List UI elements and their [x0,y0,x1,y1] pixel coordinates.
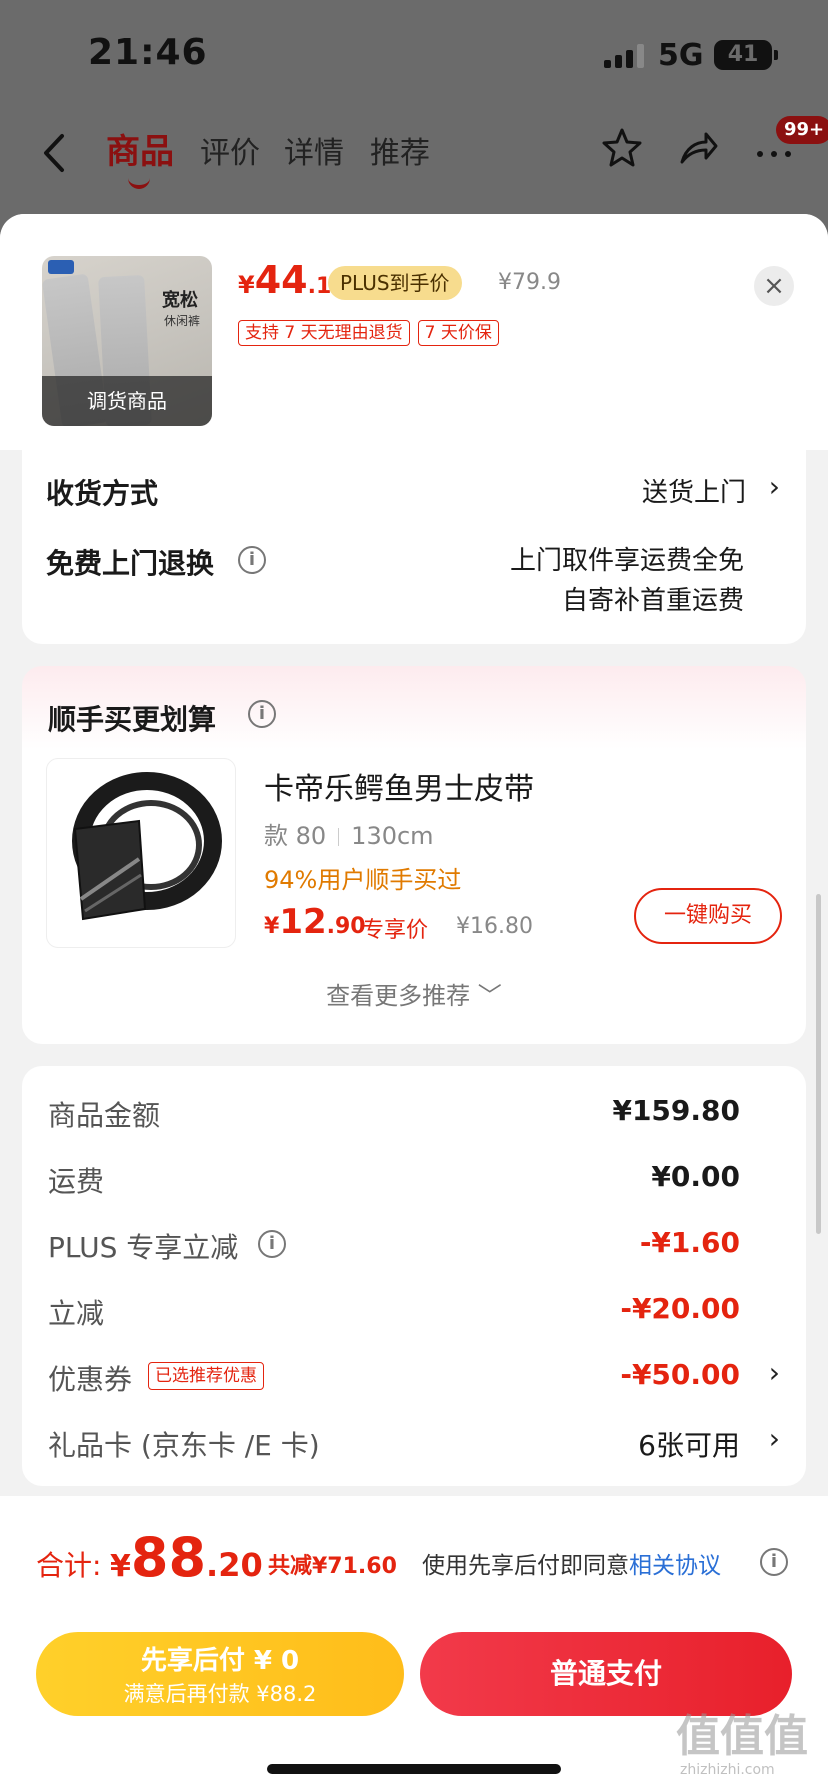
coupon-label: 优惠券 [48,1363,133,1396]
belt-price-tag: 专享价 [362,918,429,943]
original-price: ¥79.9 [498,270,561,295]
recommend-title: 顺手买更划算 [48,703,217,736]
thumb-caption: 调货商品 [42,376,212,426]
subtotal-label: 商品金额 [48,1099,161,1132]
battery-icon: 41 [714,40,778,70]
recommend-card: 顺手买更划算 i 卡帝乐鳄鱼男士皮带 款 80 130cm 94%用户顺手买过 ¥… [22,666,806,1044]
tab-recommend[interactable]: 推荐 [370,128,430,172]
star-icon[interactable] [600,126,644,170]
brand-logo [48,260,74,274]
belt-original-price: ¥16.80 [456,914,533,939]
total-price: ¥88.20 [110,1526,263,1589]
signal-icon [604,44,646,68]
pay-later-button[interactable]: 先享后付 ¥ 0 满意后再付款 ¥88.2 [36,1632,404,1716]
info-icon[interactable]: i [258,1230,286,1258]
back-icon[interactable] [38,128,72,178]
plus-discount-label: PLUS 专享立减 [48,1231,239,1264]
status-time: 21:46 [88,32,208,73]
close-button[interactable]: × [754,266,794,306]
delivery-method-value[interactable]: 送货上门 [642,472,746,509]
plus-price-badge: PLUS到手价 [328,266,462,300]
home-indicator[interactable] [267,1764,561,1774]
belt-image[interactable] [46,758,236,948]
belt-price: ¥12.90 [264,902,366,942]
info-icon[interactable]: i [248,700,276,728]
belt-name[interactable]: 卡帝乐鳄鱼男士皮带 [264,764,534,808]
product-nav: 商品 评价 详情 推荐 [0,110,828,210]
agreement-link[interactable]: 相关协议 [629,1553,721,1579]
message-badge: 99+ [776,116,828,144]
delivery-method-label: 收货方式 [46,477,159,510]
subtotal-value: ¥159.80 [612,1094,740,1127]
belt-stat: 94%用户顺手买过 [264,866,462,894]
watermark: 值值值 [676,1711,808,1762]
product-header: 宽松 休闲裤 调货商品 ¥44.1 PLUS到手价 ¥79.9 支持 7 天无理… [0,214,828,450]
total-savings: 共减¥71.60 [268,1554,397,1579]
free-return-line1: 上门取件享运费全免 [509,546,744,576]
coupon-selected-tag: 已选推荐优惠 [148,1362,264,1390]
product-price: ¥44.1 [238,258,332,302]
cost-card: 商品金额 ¥159.80 运费 ¥0.00 PLUS 专享立减 i -¥1.60… [22,1066,806,1486]
instant-discount-label: 立减 [48,1297,105,1330]
total-label: 合计: [36,1549,102,1582]
tab-reviews[interactable]: 评价 [200,128,260,172]
info-icon[interactable]: i [760,1548,788,1576]
coupon-value[interactable]: -¥50.00 [620,1358,740,1391]
chevron-right-icon[interactable]: › [769,1356,780,1389]
thumb-title: 宽松 [162,290,198,311]
status-bar: 21:46 5G 41 [0,0,828,110]
info-icon[interactable]: i [238,546,266,574]
pay-later-title: 先享后付 ¥ 0 [140,1646,300,1676]
chevron-right-icon[interactable]: › [769,1422,780,1455]
instant-discount-value: -¥20.00 [620,1292,740,1325]
shipping-value: ¥0.00 [651,1160,740,1193]
plus-discount-value: -¥1.60 [639,1226,740,1259]
product-thumbnail[interactable]: 宽松 休闲裤 调货商品 [42,256,212,426]
agreement-text: 使用先享后付即同意相关协议 [422,1553,721,1579]
checkout-sheet: 宽松 休闲裤 调货商品 ¥44.1 PLUS到手价 ¥79.9 支持 7 天无理… [0,214,828,1792]
tab-product[interactable]: 商品 [106,124,174,189]
delivery-card: 收货方式 送货上门 › 免费上门退换 i 上门取件享运费全免 自寄补首重运费 [22,450,806,644]
more-recommend-link[interactable]: 查看更多推荐 ﹀ [22,976,806,1011]
scrollbar[interactable] [816,894,821,1234]
gift-card-value[interactable]: 6张可用 [638,1424,740,1464]
service-tags: 支持 7 天无理由退货 7 天价保 [238,320,507,346]
return-policy-tag: 支持 7 天无理由退货 [238,320,410,346]
free-return-line2: 自寄补首重运费 [561,586,744,616]
price-protect-tag: 7 天价保 [417,320,499,346]
one-click-buy-button[interactable]: 一键购买 [634,888,782,944]
chevron-right-icon[interactable]: › [769,470,780,503]
thumb-subtitle: 休闲裤 [164,314,201,328]
network-label: 5G [658,38,704,73]
free-return-label: 免费上门退换 [46,547,215,580]
belt-spec: 款 80 130cm [264,822,434,850]
share-icon[interactable] [676,126,720,170]
tab-details[interactable]: 详情 [284,128,344,172]
shipping-label: 运费 [48,1165,105,1198]
pay-later-subtitle: 满意后再付款 ¥88.2 [123,1682,317,1706]
gift-card-label: 礼品卡 (京东卡 /E 卡) [48,1429,320,1462]
watermark-url: zhizhizhi.com [680,1762,775,1778]
